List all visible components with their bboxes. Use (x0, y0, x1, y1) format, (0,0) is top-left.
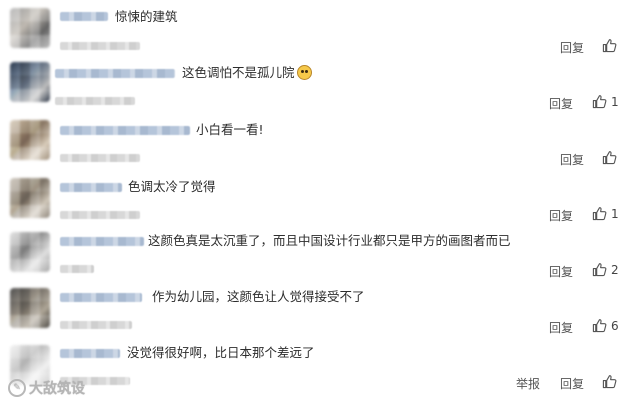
avatar[interactable] (10, 232, 50, 272)
comment-text: 没觉得很好啊，比日本那个差远了 (127, 345, 315, 360)
comment-text: 小白看一看! (196, 122, 264, 137)
nickname-blurred[interactable] (60, 237, 144, 246)
watermark: ✎ 大敌筑设 (8, 378, 85, 398)
nickname-blurred[interactable] (60, 12, 108, 21)
nickname-blurred[interactable] (55, 69, 175, 78)
report-button[interactable]: 举报 (516, 375, 540, 392)
comment-text: 惊悚的建筑 (115, 9, 178, 24)
like-button[interactable]: 2 (592, 262, 619, 277)
avatar[interactable] (10, 62, 50, 102)
like-button[interactable]: 6 (592, 318, 619, 333)
like-count: 1 (611, 94, 619, 109)
like-count: 1 (611, 206, 619, 221)
reply-button[interactable]: 回复 (549, 207, 573, 224)
comment-meta-blurred (60, 321, 132, 329)
reply-button[interactable]: 回复 (560, 151, 584, 168)
comment-text-body: 这色调怕不是孤儿院 (182, 65, 295, 80)
thumbs-up-icon (592, 319, 607, 333)
thumbs-up-icon (592, 95, 607, 109)
like-count: 2 (611, 262, 619, 277)
reply-button[interactable]: 回复 (549, 95, 573, 112)
like-button[interactable] (602, 150, 621, 165)
nickname-blurred[interactable] (60, 293, 142, 302)
comment-text: 这色调怕不是孤儿院 (182, 65, 312, 81)
cat-emoji-icon (296, 65, 312, 80)
avatar[interactable] (10, 120, 50, 160)
avatar[interactable] (10, 178, 50, 218)
thumbs-up-icon (602, 39, 617, 53)
thumbs-up-icon (592, 207, 607, 221)
comment-meta-blurred (60, 42, 140, 50)
like-button[interactable] (602, 38, 621, 53)
thumbs-up-icon (602, 151, 617, 165)
like-button[interactable]: 1 (592, 206, 619, 221)
thumbs-up-icon (592, 263, 607, 277)
comment-text: 色调太冷了觉得 (128, 179, 216, 194)
comment-meta-blurred (60, 154, 140, 162)
comment-text: 这颜色真是太沉重了，而且中国设计行业都只是甲方的画图者而已 (148, 233, 511, 248)
chat-bubble-icon: ✎ (8, 379, 26, 397)
watermark-text: 大敌筑设 (29, 381, 85, 397)
reply-button[interactable]: 回复 (549, 263, 573, 280)
nickname-blurred[interactable] (60, 183, 122, 192)
nickname-blurred[interactable] (60, 349, 120, 358)
reply-button[interactable]: 回复 (549, 319, 573, 336)
avatar[interactable] (10, 288, 50, 328)
comment-meta-blurred (60, 265, 94, 273)
reply-button[interactable]: 回复 (560, 39, 584, 56)
like-button[interactable]: 1 (592, 94, 619, 109)
comment-meta-blurred (55, 97, 135, 105)
comment-meta-blurred (60, 211, 140, 219)
like-button[interactable] (602, 374, 621, 389)
thumbs-up-icon (602, 375, 617, 389)
reply-button[interactable]: 回复 (560, 375, 584, 392)
like-count: 6 (611, 318, 619, 333)
comment-text: 作为幼儿园，这颜色让人觉得接受不了 (152, 289, 365, 304)
nickname-blurred[interactable] (60, 126, 190, 135)
avatar[interactable] (10, 8, 50, 48)
